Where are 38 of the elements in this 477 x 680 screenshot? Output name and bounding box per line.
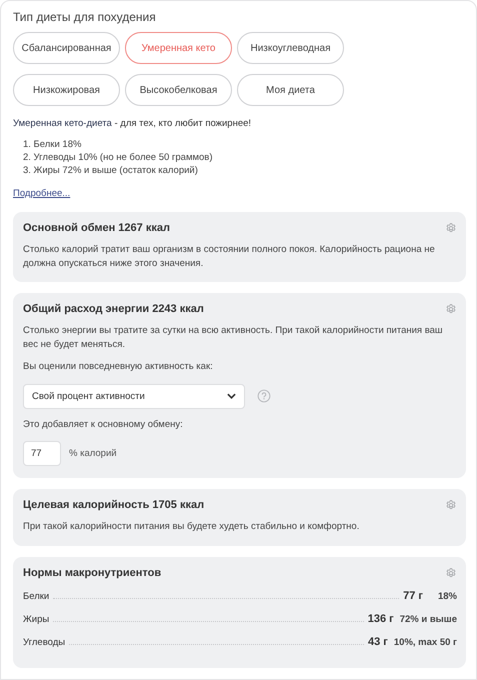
settings-icon[interactable] bbox=[445, 499, 457, 511]
card-text: Столько калорий тратит ваш организм в состоянии полного покоя. Калорийность рациона не должна опускаться ниже этого значения. bbox=[23, 243, 436, 270]
section-title: Тип диеты для похудения bbox=[13, 10, 157, 24]
caret-icon bbox=[227, 393, 236, 399]
card-title: Общий расход энергии 2243 ккал bbox=[23, 303, 204, 315]
nutrient-name: Белки bbox=[23, 590, 50, 602]
percent-input[interactable]: 77 bbox=[23, 441, 61, 466]
nutrient-amount: 43 г bbox=[368, 636, 388, 648]
settings-icon[interactable] bbox=[445, 303, 457, 315]
diet-option[interactable]: Высокобелковая bbox=[125, 74, 232, 106]
diet-option[interactable]: Моя диета bbox=[237, 74, 344, 106]
card-title: Основной обмен 1267 ккал bbox=[23, 222, 170, 234]
nutrient-amount: 77 г bbox=[403, 590, 423, 602]
diet-option[interactable]: Сбалансированная bbox=[13, 32, 120, 64]
more-link[interactable]: Подробнее... bbox=[13, 188, 70, 199]
diet-option[interactable]: Низкожировая bbox=[13, 74, 120, 106]
field-label: Это добавляет к основному обмену: bbox=[23, 418, 184, 431]
settings-icon[interactable] bbox=[445, 566, 457, 578]
settings-icon[interactable] bbox=[445, 222, 457, 234]
diet-description: Умеренная кето-диета - для тех, кто любит пожирнее! bbox=[13, 118, 252, 129]
card-title: Нормы макронутриентов bbox=[23, 566, 162, 578]
card-title: Целевая калорийность 1705 ккал bbox=[23, 499, 204, 511]
card-text: Столько энергии вы тратите за сутки на всю активность. При такой калорийности питания ваш вес не будет меняться. bbox=[23, 324, 444, 351]
nutrient-name: Углеводы bbox=[23, 636, 66, 648]
help-icon[interactable] bbox=[257, 389, 271, 403]
diet-option[interactable]: Низкоуглеводная bbox=[237, 32, 344, 64]
list-item: 1. Белки 18% bbox=[23, 138, 82, 151]
unit-label: % калорий bbox=[69, 448, 117, 459]
field-label: Вы оценили повседневную активность как: bbox=[23, 360, 214, 374]
list-item: 3. Жиры 72% и выше (остаток калорий) bbox=[23, 164, 199, 177]
nutrient-name: Жиры bbox=[23, 614, 50, 624]
card-text: При такой калорийности питания вы будете худеть стабильно и комфортно. bbox=[23, 520, 360, 534]
nutrient-share: 10%, max 50 г bbox=[394, 636, 457, 648]
nutrient-share: 18% bbox=[436, 590, 457, 602]
list-item: 2. Углеводы 10% (но не более 50 граммов) bbox=[23, 151, 214, 164]
nutrient-share: 72% и выше bbox=[400, 614, 457, 624]
activity-dropdown[interactable]: Свой процент активности bbox=[23, 384, 245, 408]
nutrient-amount: 136 г bbox=[368, 612, 394, 624]
